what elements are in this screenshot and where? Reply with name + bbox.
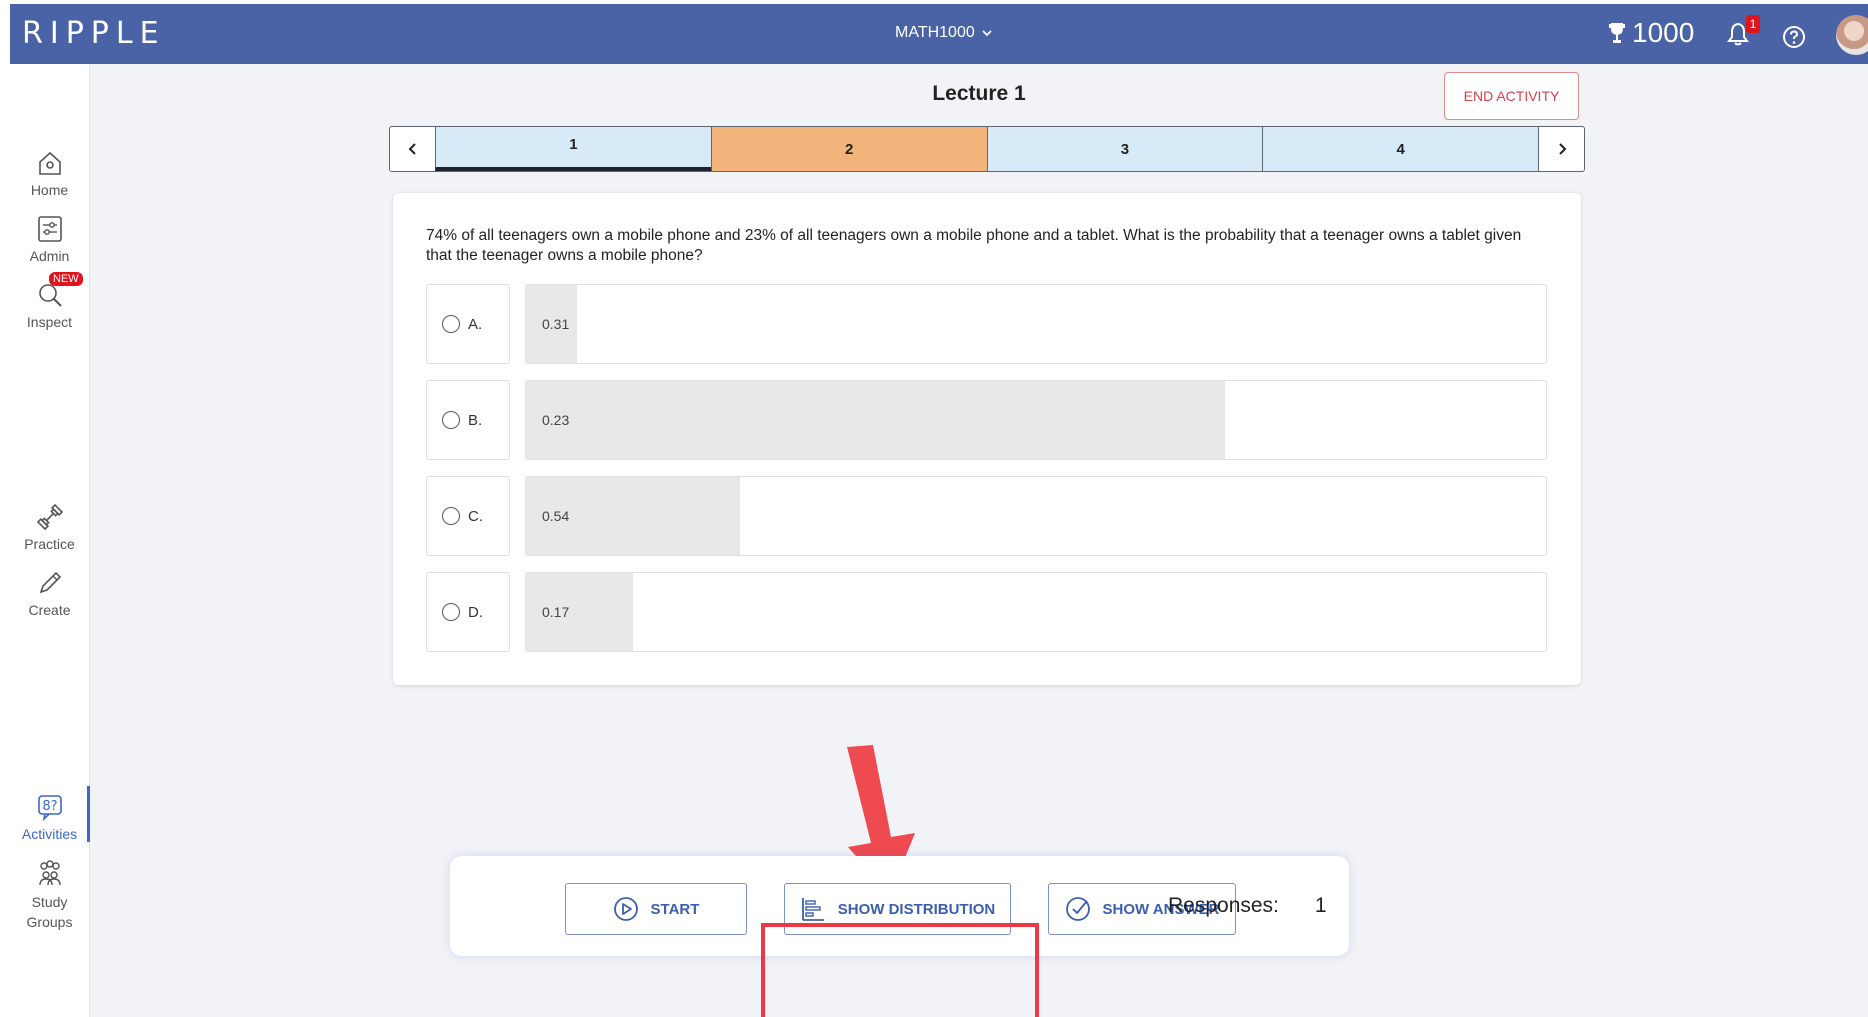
sidebar-item-inspect[interactable]: NEW Inspect bbox=[10, 272, 89, 330]
chevron-down-icon bbox=[982, 30, 992, 37]
sidebar-item-label: Study Groups bbox=[26, 894, 73, 930]
activities-icon: 8? bbox=[37, 795, 62, 822]
radio-icon bbox=[442, 603, 460, 621]
option-distribution-bar: 0.31 bbox=[525, 284, 1547, 364]
show-distribution-label: SHOW DISTRIBUTION bbox=[837, 900, 996, 918]
check-circle-icon bbox=[1065, 897, 1090, 921]
option-letter: A. bbox=[468, 315, 483, 333]
answer-option-b: B. 0.23 bbox=[426, 380, 1551, 460]
option-distribution-bar: 0.17 bbox=[525, 572, 1547, 652]
pencil-icon bbox=[39, 571, 61, 594]
responses-label: Responses: bbox=[1168, 894, 1279, 917]
study-groups-icon bbox=[38, 860, 61, 886]
tab-question-4[interactable]: 4 bbox=[1262, 127, 1539, 171]
tab-question-1[interactable]: 1 bbox=[435, 127, 711, 171]
trophy-icon bbox=[1609, 23, 1625, 43]
prev-question-button[interactable] bbox=[390, 127, 435, 171]
option-select[interactable]: B. bbox=[426, 380, 510, 460]
sidebar: Home Admin NEW Inspect Practice Create 8… bbox=[10, 64, 90, 1017]
sidebar-item-activities[interactable]: 8? Activities bbox=[10, 786, 90, 842]
question-text: 74% of all teenagers own a mobile phone … bbox=[426, 227, 1522, 264]
chevron-right-icon bbox=[1558, 143, 1566, 155]
radio-icon bbox=[442, 315, 460, 333]
sidebar-item-home[interactable]: Home bbox=[10, 148, 89, 198]
sidebar-item-create[interactable]: Create bbox=[10, 568, 89, 618]
chevron-left-icon bbox=[408, 143, 416, 155]
start-label: START bbox=[650, 900, 700, 918]
option-text: 0.17 bbox=[542, 604, 570, 620]
radio-icon bbox=[442, 507, 460, 525]
next-question-button[interactable] bbox=[1539, 127, 1584, 171]
course-label: MATH1000 bbox=[895, 24, 975, 41]
responses-count: 1 bbox=[1314, 894, 1327, 917]
page-title: Lecture 1 bbox=[932, 82, 1026, 105]
question-card: 74% of all teenagers own a mobile phone … bbox=[393, 193, 1581, 685]
avatar[interactable] bbox=[1836, 15, 1868, 55]
home-icon bbox=[38, 151, 61, 175]
tab-question-2[interactable]: 2 bbox=[710, 127, 987, 171]
option-distribution-bar: 0.54 bbox=[525, 476, 1547, 556]
play-circle-icon bbox=[613, 897, 638, 921]
option-letter: D. bbox=[468, 603, 483, 621]
answer-option-d: D. 0.17 bbox=[426, 572, 1551, 652]
option-text: 0.31 bbox=[542, 316, 570, 332]
sidebar-item-label: Inspect bbox=[26, 314, 73, 330]
option-letter: B. bbox=[468, 411, 483, 429]
option-distribution-bar: 0.23 bbox=[525, 380, 1547, 460]
question-tabs: 1 2 3 4 bbox=[435, 127, 1539, 171]
option-letter: C. bbox=[468, 507, 483, 525]
sidebar-item-label: Create bbox=[28, 602, 71, 618]
bar-chart-icon bbox=[801, 898, 824, 921]
app-logo[interactable]: RIPPLE bbox=[22, 16, 166, 51]
show-distribution-button[interactable]: SHOW DISTRIBUTION bbox=[784, 883, 1011, 935]
new-badge: NEW bbox=[49, 272, 83, 286]
end-activity-button[interactable]: END ACTIVITY bbox=[1444, 72, 1579, 120]
question-navigator: 1 2 3 4 bbox=[389, 126, 1585, 172]
top-bar: RIPPLE MATH1000 1000 1 bbox=[10, 4, 1868, 64]
option-select[interactable]: A. bbox=[426, 284, 510, 364]
svg-text:8?: 8? bbox=[42, 799, 57, 814]
admin-icon bbox=[37, 216, 62, 242]
answer-option-c: C. 0.54 bbox=[426, 476, 1551, 556]
help-icon[interactable] bbox=[1782, 25, 1806, 49]
sidebar-item-label: Admin bbox=[29, 248, 70, 264]
sidebar-item-practice[interactable]: Practice bbox=[10, 502, 89, 552]
points-value: 1000 bbox=[1632, 17, 1695, 48]
practice-icon bbox=[36, 503, 63, 531]
notification-badge: 1 bbox=[1746, 15, 1760, 33]
course-selector[interactable]: MATH1000 bbox=[895, 24, 993, 42]
sidebar-item-label: Home bbox=[30, 182, 69, 198]
radio-icon bbox=[442, 411, 460, 429]
sidebar-item-study-groups[interactable]: Study Groups bbox=[10, 858, 89, 932]
option-select[interactable]: D. bbox=[426, 572, 510, 652]
answer-option-a: A. 0.31 bbox=[426, 284, 1551, 364]
option-text: 0.23 bbox=[542, 412, 570, 428]
sidebar-item-label: Practice bbox=[24, 536, 75, 552]
responses-counter: Responses: 1 bbox=[1168, 894, 1327, 918]
option-select[interactable]: C. bbox=[426, 476, 510, 556]
sidebar-item-admin[interactable]: Admin bbox=[10, 214, 89, 264]
points-display[interactable]: 1000 bbox=[1608, 17, 1694, 49]
option-text: 0.54 bbox=[542, 508, 570, 524]
tab-question-3[interactable]: 3 bbox=[986, 127, 1263, 171]
activity-toolbar: START SHOW DISTRIBUTION SHOW ANSWER Resp… bbox=[450, 856, 1349, 956]
option-fill bbox=[526, 381, 1225, 459]
sidebar-item-label: Activities bbox=[21, 826, 78, 842]
start-button[interactable]: START bbox=[565, 883, 747, 935]
